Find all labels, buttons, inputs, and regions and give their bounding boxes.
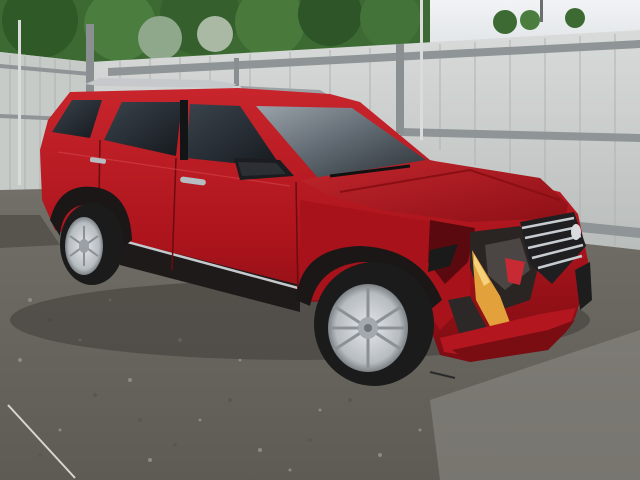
front-wheel [314, 262, 434, 386]
fence-post [234, 58, 239, 86]
fence-post [396, 44, 404, 134]
grille-emblem [571, 224, 581, 240]
photo-scene [0, 0, 640, 480]
rear-wheel [60, 203, 124, 285]
photo-illustration [0, 0, 640, 480]
